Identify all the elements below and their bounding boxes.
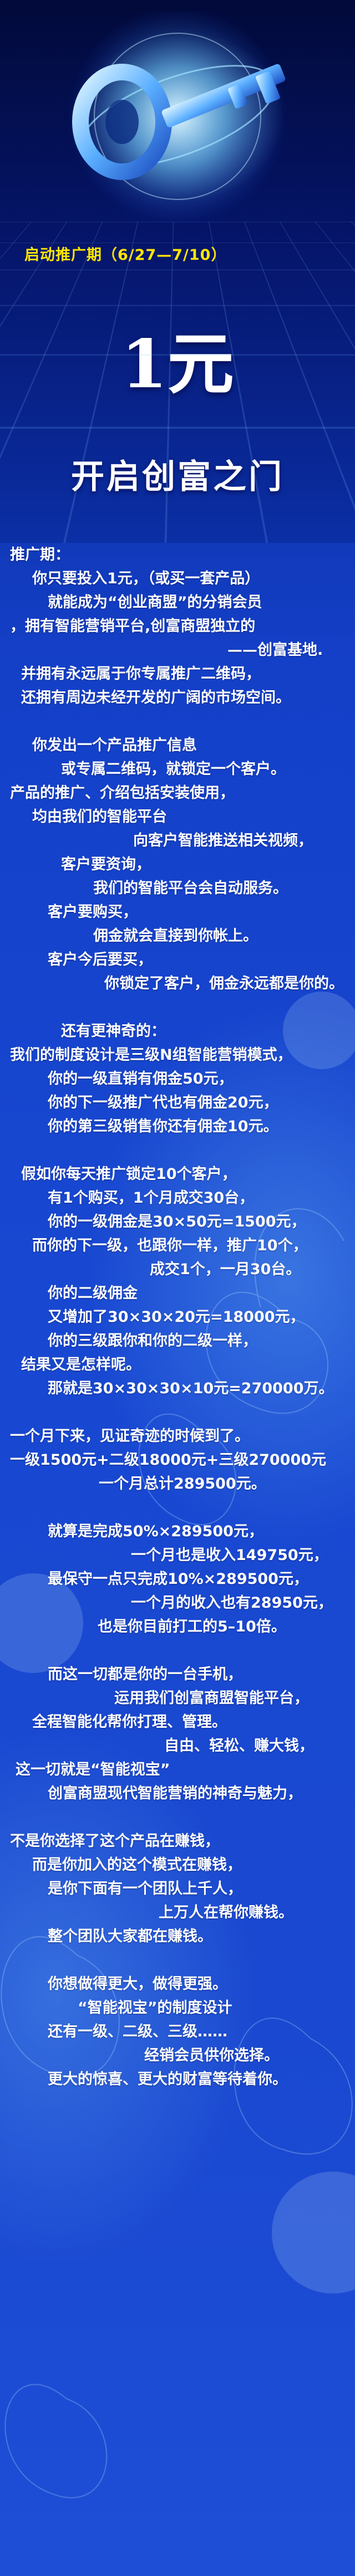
body-line: ，拥有智能营销平台,创富商盟独立的 [0, 614, 355, 638]
slogan: 开启创富之门 [0, 450, 355, 498]
paragraph-gap [0, 1400, 355, 1424]
paragraph-gap [0, 1496, 355, 1520]
body-line: 还有一级、二级、三级…… [0, 2020, 355, 2044]
body-line: 假如你每天推广锁定10个客户， [0, 1162, 355, 1186]
body-copy: 推广期： 你只要投入1元，（或买一套产品） 就能成为“创业商盟”的分销会员 ，拥有智能… [0, 543, 355, 2091]
body-line: “智能视宝”的制度设计 [0, 1996, 355, 2020]
body-line: 上万人在帮你赚钱。 [0, 1901, 355, 1925]
paragraph-block: 不是你选择了这个产品在赚钱， 而是你加入的这个模式在赚钱， 是你下面有一个团队上千人… [0, 1829, 355, 1948]
body-line: 整个团队大家都在赚钱。 [0, 1925, 355, 1948]
body-line: 你的二级佣金 [0, 1281, 355, 1305]
hero-banner: 启动推广期（6/27—7/10） 1元 开启创富之门 [0, 0, 355, 543]
body-line: 自由、轻松、赚大钱， [0, 1734, 355, 1758]
body-line: 还拥有周边未经开发的广阔的市场空间。 [0, 686, 355, 710]
body-line: 均由我们的智能平台 [0, 805, 355, 829]
body-line: 运用我们创富商盟智能平台， [0, 1686, 355, 1710]
body-line: 客户今后要买， [0, 948, 355, 972]
paragraph-block: 而这一切都是你的一台手机， 运用我们创富商盟智能平台， 全程智能化帮你打理、管理。自… [0, 1662, 355, 1805]
body-line: 并拥有永远属于你专属推广二维码， [0, 662, 355, 686]
paragraph-block: 就算是完成50%×289500元， 一个月也是收入149750元， 最保守一点只完成… [0, 1520, 355, 1639]
body-line: 成交1个，一月30台。 [0, 1258, 355, 1281]
paragraph-block: 还有更神奇的： 我们的制度设计是三级N组智能营销模式， 你的一级直销有佣金50元，你… [0, 1019, 355, 1138]
paragraph-gap [0, 995, 355, 1019]
body-line: 还有更神奇的： [0, 1019, 355, 1043]
body-line: 你的三级跟你和你的二级一样， [0, 1329, 355, 1353]
body-line: 你发出一个产品推广信息 [0, 733, 355, 757]
body-line: 就能成为“创业商盟”的分销会员 [0, 591, 355, 614]
paragraph-gap [0, 1948, 355, 1972]
body-line: 而这一切都是你的一台手机， [0, 1662, 355, 1686]
body-line: 你的一级佣金是30×50元=1500元， [0, 1210, 355, 1234]
body-line: 那就是30×30×30×10元=270000万。 [0, 1377, 355, 1400]
body-line: 也是你目前打工的5–10倍。 [0, 1615, 355, 1639]
body-line: 结果又是怎样呢。 [0, 1353, 355, 1377]
body-line: 我们的制度设计是三级N组智能营销模式， [0, 1043, 355, 1067]
body-line: 全程智能化帮你打理、管理。 [0, 1710, 355, 1734]
body-line: 一个月也是收入149750元， [0, 1543, 355, 1567]
body-line: 你的一级直销有佣金50元， [0, 1067, 355, 1091]
body-line: 客户要资询， [0, 853, 355, 876]
body-line: 推广期： [0, 543, 355, 567]
body-line: 佣金就会直接到你帐上。 [0, 924, 355, 948]
paragraph-block: 一个月下来，见证奇迹的时候到了。 一级1500元+二级18000元+三级27000… [0, 1424, 355, 1496]
paragraph-block: 你发出一个产品推广信息 或专属二维码，就锁定一个客户。 产品的推广、介绍包括安装使用… [0, 733, 355, 995]
body-line: 又增加了30×30×20元=18000元， [0, 1305, 355, 1329]
key-icon [33, 11, 322, 233]
body-line: 一级1500元+二级18000元+三级270000元 [0, 1448, 355, 1472]
launch-period: 启动推广期（6/27—7/10） [24, 243, 226, 264]
body-line: 你只要投入1元，（或买一套产品） [0, 567, 355, 591]
body-line: 经销会员供你选择。 [0, 2044, 355, 2067]
body-line: 或专属二维码，就锁定一个客户。 [0, 757, 355, 781]
body-line: 这一切就是“智能视宝” [0, 1758, 355, 1782]
body-line: 不是你选择了这个产品在赚钱， [0, 1829, 355, 1853]
body-line: 产品的推广、介绍包括安装使用， [0, 781, 355, 805]
paragraph-gap [0, 1138, 355, 1162]
body-line: 一个月的收入也有28950元， [0, 1591, 355, 1615]
body-line: ——创富基地. [0, 638, 355, 662]
paragraph-block: 推广期： 你只要投入1元，（或买一套产品） 就能成为“创业商盟”的分销会员 ，拥有智能… [0, 543, 355, 710]
paragraph-block: 你想做得更大，做得更强。 “智能视宝”的制度设计 还有一级、二级、三级…… 经销会员供… [0, 1972, 355, 2091]
body-line: 你的第三级销售你还有佣金10元。 [0, 1115, 355, 1138]
body-line: 更大的惊喜、更大的财富等待着你。 [0, 2067, 355, 2091]
body-line: 而你的下一级，也跟你一样，推广10个， [0, 1234, 355, 1258]
body-line: 创富商盟现代智能营销的神奇与魅力， [0, 1782, 355, 1805]
body-line: 就算是完成50%×289500元， [0, 1520, 355, 1543]
body-line: 你锁定了客户，佣金永远都是你的。 [0, 972, 355, 995]
body-line: 一个月总计289500元。 [0, 1472, 355, 1496]
paragraph-gap [0, 710, 355, 733]
body-line: 向客户智能推送相关视频， [0, 829, 355, 853]
paragraph-gap [0, 1639, 355, 1662]
body-line: 我们的智能平台会自动服务。 [0, 876, 355, 900]
body-line: 客户要购买， [0, 900, 355, 924]
paragraph-gap [0, 1805, 355, 1829]
body-line: 有1个购买，1个月成交30台， [0, 1186, 355, 1210]
body-line: 一个月下来，见证奇迹的时候到了。 [0, 1424, 355, 1448]
body-line: 而是你加入的这个模式在赚钱， [0, 1853, 355, 1877]
body-line: 最保守一点只完成10%×289500元， [0, 1567, 355, 1591]
body-line: 你的下一级推广代也有佣金20元， [0, 1091, 355, 1115]
paragraph-block: 假如你每天推广锁定10个客户， 有1个购买，1个月成交30台， 你的一级佣金是30×… [0, 1162, 355, 1400]
body-line: 你想做得更大，做得更强。 [0, 1972, 355, 1996]
body-line: 是你下面有一个团队上千人， [0, 1877, 355, 1901]
price-headline: 1元 [0, 310, 355, 407]
